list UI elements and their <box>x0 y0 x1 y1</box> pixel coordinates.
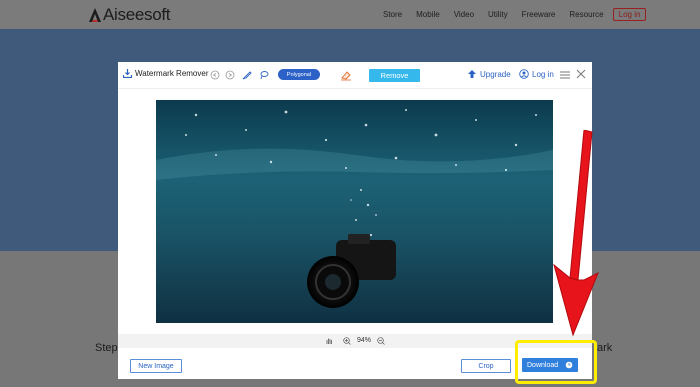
new-image-label: New Image <box>138 362 174 370</box>
red-arrow-annotation <box>553 130 599 337</box>
zoom-level: 94% <box>357 337 372 344</box>
nav-utility[interactable]: Utility <box>488 10 508 23</box>
site-login-button[interactable]: Log in <box>612 8 647 21</box>
close-icon[interactable] <box>576 69 586 79</box>
app-title: Watermark Remover <box>123 69 209 78</box>
new-image-button[interactable]: New Image <box>130 359 182 373</box>
nav-mobile[interactable]: Mobile <box>416 10 440 23</box>
eraser-icon[interactable] <box>340 69 352 81</box>
polygonal-tool-button[interactable]: Polygonal <box>278 69 320 80</box>
clock-icon <box>565 361 573 369</box>
hand-pan-icon[interactable] <box>325 337 333 345</box>
zoom-out-icon[interactable] <box>377 337 385 345</box>
tool-login-link[interactable]: Log in <box>519 69 554 79</box>
user-icon <box>519 69 529 79</box>
crop-label: Crop <box>478 362 494 370</box>
site-nav: Store Mobile Video Utility Freeware Reso… <box>383 8 660 23</box>
upgrade-link[interactable]: Upgrade <box>467 69 511 79</box>
nav-resource[interactable]: Resource <box>569 10 603 23</box>
download-tray-icon <box>123 69 132 78</box>
tool-toolbar: Watermark Remover Polygonal Remove Upgra… <box>118 62 592 88</box>
remove-button[interactable]: Remove <box>369 69 420 82</box>
remove-label: Remove <box>380 71 409 80</box>
underwater-camera-photo[interactable] <box>156 100 553 323</box>
aiseesoft-logo-icon <box>89 8 101 22</box>
download-label: Download <box>527 361 559 369</box>
nav-freeware[interactable]: Freeware <box>522 10 556 23</box>
zoom-in-icon[interactable] <box>343 337 351 345</box>
site-header: Aiseesoft Store Mobile Video Utility Fre… <box>0 0 700 29</box>
image-canvas <box>118 88 592 335</box>
undo-icon[interactable] <box>210 70 220 80</box>
step-heading: Step <box>95 342 118 354</box>
tool-login-label: Log in <box>532 69 554 79</box>
watermark-heading-fragment: ark <box>597 342 613 354</box>
polygonal-label: Polygonal <box>286 71 312 78</box>
brand-logo[interactable]: Aiseesoft <box>88 5 171 25</box>
crop-button[interactable]: Crop <box>461 359 511 373</box>
lasso-icon[interactable] <box>259 70 269 80</box>
brush-icon[interactable] <box>242 70 252 80</box>
redo-icon[interactable] <box>225 70 235 80</box>
app-title-text: Watermark Remover <box>135 69 209 78</box>
nav-store[interactable]: Store <box>383 10 402 23</box>
upgrade-icon <box>468 70 476 78</box>
download-button[interactable]: Download <box>522 358 578 372</box>
nav-video[interactable]: Video <box>454 10 474 23</box>
upgrade-label: Upgrade <box>480 69 511 79</box>
brand-name: Aiseesoft <box>103 5 171 24</box>
watermark-remover-dialog: Watermark Remover Polygonal Remove Upgra… <box>118 62 592 379</box>
menu-icon[interactable] <box>560 70 570 80</box>
